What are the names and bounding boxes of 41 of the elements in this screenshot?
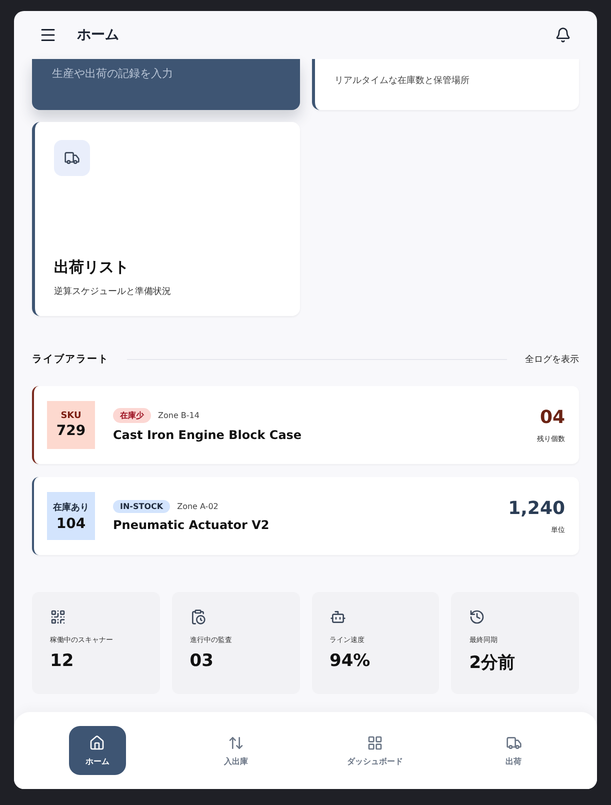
nav-tab[interactable]: 出荷	[485, 726, 542, 775]
card-title: 出荷リスト	[54, 258, 130, 277]
section-title: ライブアラート	[32, 352, 109, 366]
stock-count: 1,240	[508, 498, 565, 518]
menu-button[interactable]	[39, 26, 57, 44]
robot-icon	[330, 609, 346, 625]
sku-label: SKU	[60, 411, 82, 421]
up-down-arrows-icon	[228, 734, 244, 750]
card-subtitle: 逆算スケジュールと準備状況	[54, 286, 172, 298]
truck-icon	[54, 140, 90, 176]
menu-card[interactable]: 出荷リスト 逆算スケジュールと準備状況	[32, 122, 300, 316]
stat-value: 03	[190, 651, 214, 671]
stat-value: 94%	[330, 651, 372, 671]
home-icon	[89, 734, 106, 750]
menu-card[interactable]: リアルタイムな在庫数と保管場所	[312, 59, 579, 110]
stock-count: 04	[540, 406, 565, 428]
sku-number: 729	[56, 423, 86, 439]
card-subtitle: リアルタイムな在庫数と保管場所	[334, 74, 470, 87]
view-all-logs-link[interactable]: 全ログを表示	[525, 352, 579, 366]
stat-value: 2分前	[469, 652, 516, 674]
page-title: ホーム	[77, 26, 120, 44]
menu-card[interactable]: 生産や出荷の記録を入力	[32, 59, 300, 110]
nav-tab[interactable]: ダッシュボード	[346, 726, 404, 775]
clipboard-clock-icon	[190, 609, 206, 625]
notifications-button[interactable]	[555, 27, 571, 43]
nav-tab[interactable]: ホーム	[68, 726, 126, 775]
history-icon	[469, 609, 486, 625]
status-tag: IN-STOCK	[113, 500, 170, 513]
grid-icon	[366, 734, 383, 750]
item-name: Cast Iron Engine Block Case	[113, 428, 303, 442]
nav-tab[interactable]: 入出庫	[208, 726, 265, 775]
status-tag: 在庫少	[113, 408, 151, 423]
truck-icon	[506, 734, 522, 750]
zone-label: Zone B-14	[158, 411, 200, 420]
card-subtitle: 生産や出荷の記録を入力	[52, 66, 173, 81]
zone-label: Zone A-02	[177, 502, 218, 511]
qr-code-icon	[50, 609, 66, 625]
item-name: Pneumatic Actuator V2	[113, 518, 270, 532]
sku-number: 104	[56, 516, 86, 532]
stat-value: 12	[50, 651, 75, 671]
sku-label: 在庫あり	[53, 501, 89, 514]
